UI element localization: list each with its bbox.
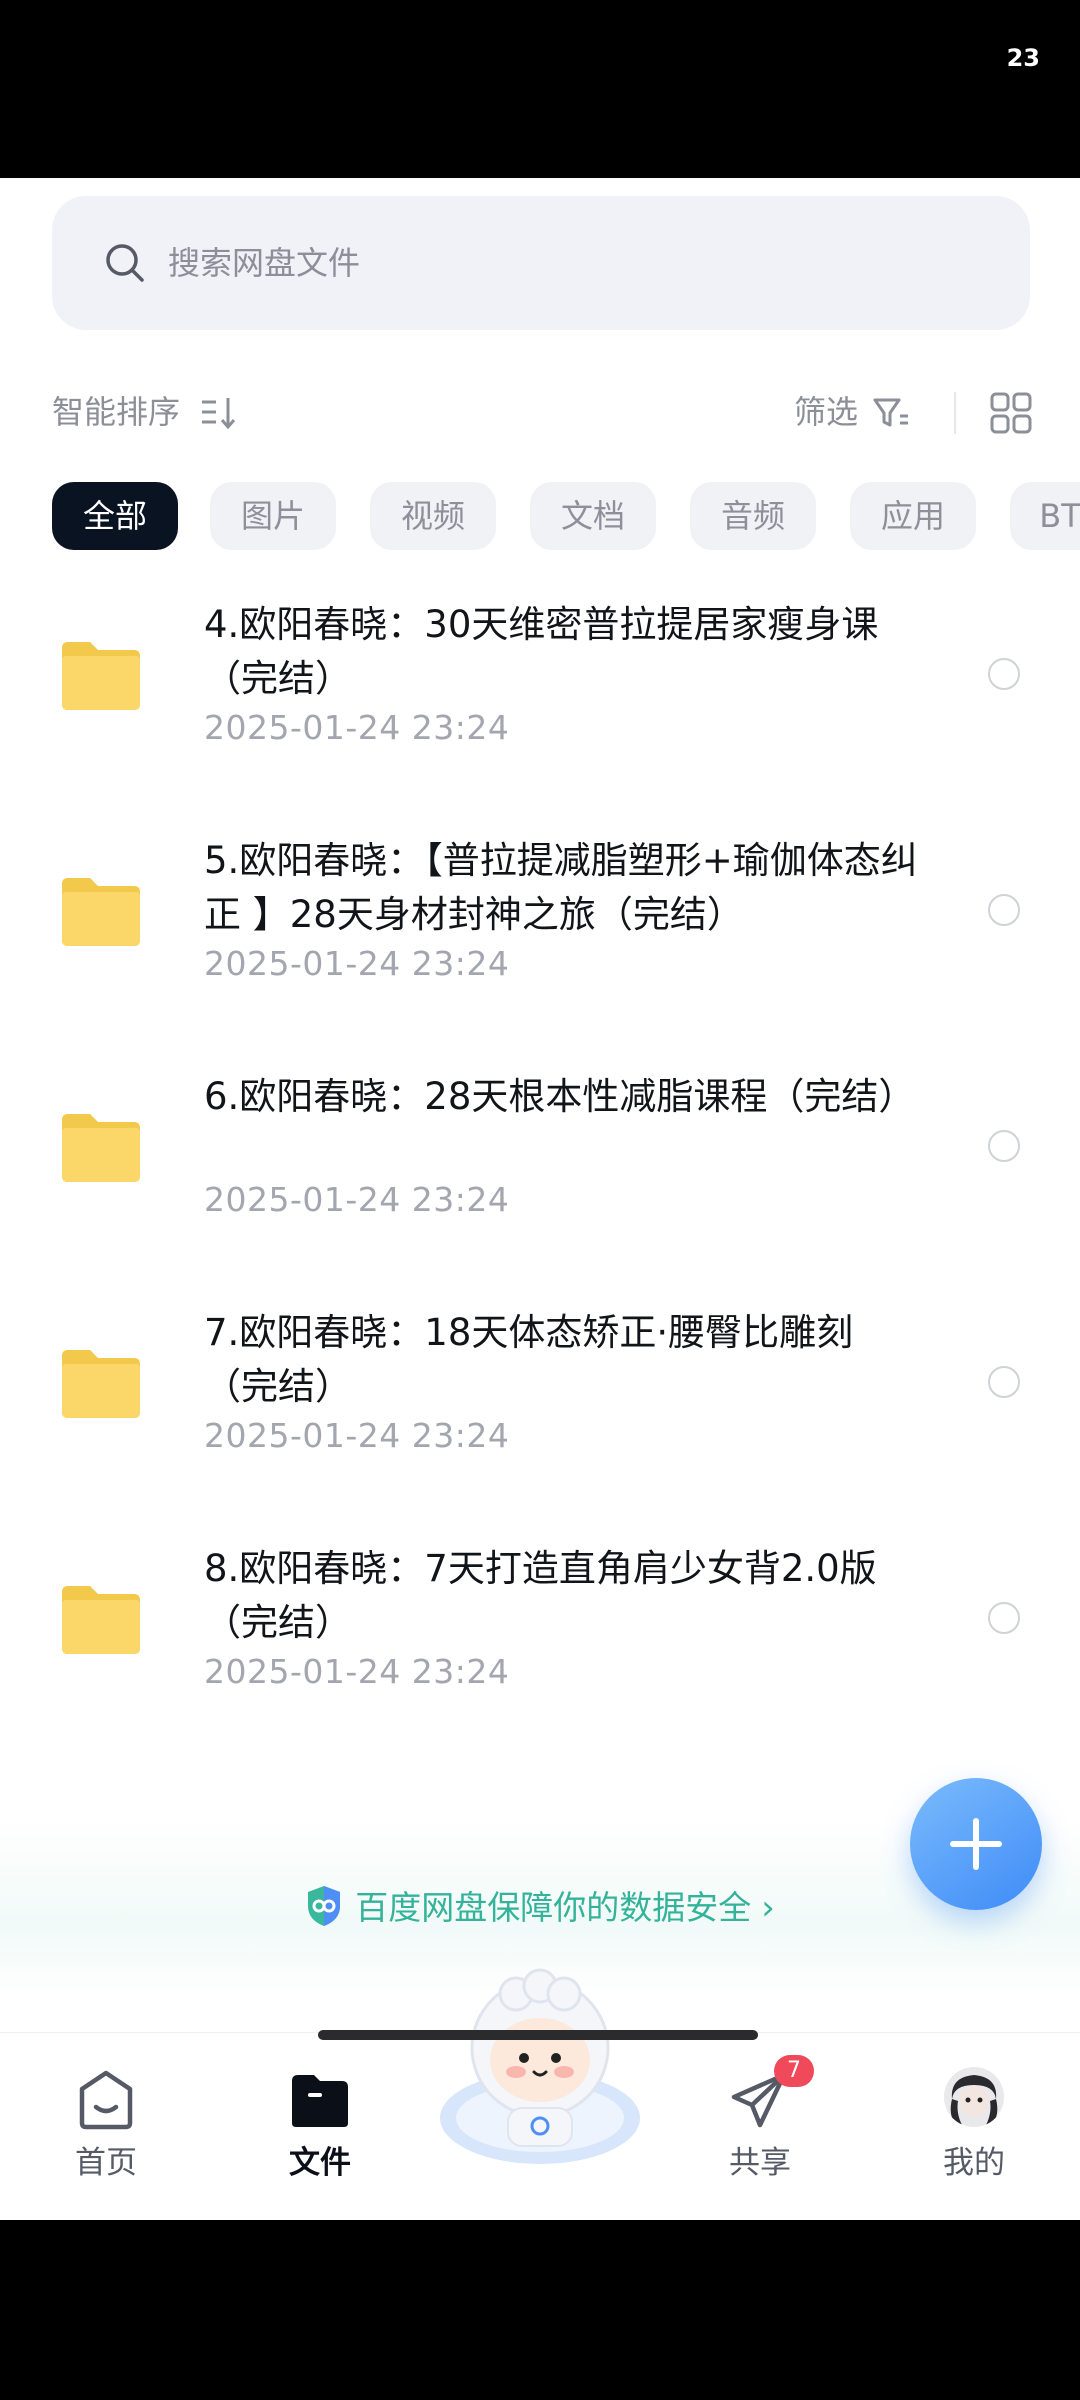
tab-share[interactable]: 7 共享 [670,2033,850,2220]
grid-view-icon[interactable] [990,392,1032,434]
folder-filled-icon [292,2075,348,2127]
chip-audio[interactable]: 音频 [690,482,816,550]
folder-icon [62,1350,140,1418]
select-checkbox[interactable] [988,894,1020,926]
folder-row[interactable]: 8.欧阳春晓：7天打造直角肩少女背2.0版（完结） 2025-01-24 23:… [0,1522,1080,1758]
mascot-icon[interactable] [436,1968,644,2168]
filter-button[interactable]: 筛选 [794,392,858,432]
select-checkbox[interactable] [988,1366,1020,1398]
status-bar: 23 [0,0,1080,178]
folder-date: 2025-01-24 23:24 [204,1416,510,1455]
share-badge: 7 [774,2055,814,2087]
folder-row[interactable]: 4.欧阳春晓：30天维密普拉提居家瘦身课（完结） 2025-01-24 23:2… [0,578,1080,814]
file-browser-screen: 搜索网盘文件 智能排序 筛选 全部 图片 视频 文档 音频 应用 BT 4.欧阳… [0,178,1080,2220]
filter-icon[interactable] [872,394,910,432]
home-icon [79,2070,133,2130]
chip-bt[interactable]: BT [1010,482,1080,550]
tab-files-label: 文件 [289,2145,351,2181]
home-indicator [318,2030,758,2040]
folder-icon [62,1586,140,1654]
avatar [944,2067,1004,2127]
folder-icon [62,642,140,710]
select-checkbox[interactable] [988,1130,1020,1162]
search-placeholder: 搜索网盘文件 [168,244,361,282]
sort-button[interactable]: 智能排序 [52,392,180,432]
folder-name: 4.欧阳春晓：30天维密普拉提居家瘦身课（完结） [204,603,879,700]
category-chips: 全部 图片 视频 文档 音频 应用 BT [52,482,1080,554]
search-icon [106,244,144,282]
chip-videos[interactable]: 视频 [370,482,496,550]
chip-documents[interactable]: 文档 [530,482,656,550]
tab-home[interactable]: 首页 [16,2033,196,2220]
add-button[interactable] [910,1778,1042,1910]
safety-banner-text: 百度网盘保障你的数据安全 [355,1888,752,1927]
folder-name: 6.欧阳春晓：28天根本性减脂课程（完结） [204,1075,916,1118]
folder-icon [62,1114,140,1182]
chip-apps[interactable]: 应用 [850,482,976,550]
folder-date: 2025-01-24 23:24 [204,708,510,747]
safety-banner[interactable]: 百度网盘保障你的数据安全 › [0,1882,1080,1934]
tab-files[interactable]: 文件 [230,2033,410,2220]
chip-images[interactable]: 图片 [210,482,336,550]
folder-row[interactable]: 5.欧阳春晓：【普拉提减脂塑形+瑜伽体态纠正 】28天身材封神之旅（完结） 20… [0,814,1080,1050]
chevron-right-icon: › [761,1888,775,1928]
tab-home-label: 首页 [75,2145,137,2181]
tab-share-label: 共享 [729,2145,791,2181]
status-time: 23 [1006,44,1040,72]
folder-date: 2025-01-24 23:24 [204,1652,510,1691]
folder-date: 2025-01-24 23:24 [204,944,510,983]
folder-name: 8.欧阳春晓：7天打造直角肩少女背2.0版（完结） [204,1547,877,1644]
tab-mine[interactable]: 我的 [884,2033,1064,2220]
select-checkbox[interactable] [988,658,1020,690]
tab-mine-label: 我的 [943,2145,1005,2181]
select-checkbox[interactable] [988,1602,1020,1634]
folder-name: 7.欧阳春晓：18天体态矫正·腰臀比雕刻（完结） [204,1311,854,1408]
sort-order-icon[interactable] [200,396,240,430]
folder-icon [62,878,140,946]
folder-name: 5.欧阳春晓：【普拉提减脂塑形+瑜伽体态纠正 】28天身材封神之旅（完结） [204,839,918,936]
folder-date: 2025-01-24 23:24 [204,1180,510,1219]
toolbar-divider [954,392,956,434]
shield-icon [308,1886,341,1926]
sort-filter-bar: 智能排序 筛选 [0,378,1080,448]
folder-row[interactable]: 6.欧阳春晓：28天根本性减脂课程（完结） 2025-01-24 23:24 [0,1050,1080,1286]
chip-all[interactable]: 全部 [52,482,178,550]
folder-row[interactable]: 7.欧阳春晓：18天体态矫正·腰臀比雕刻（完结） 2025-01-24 23:2… [0,1286,1080,1522]
search-input[interactable]: 搜索网盘文件 [52,196,1030,330]
